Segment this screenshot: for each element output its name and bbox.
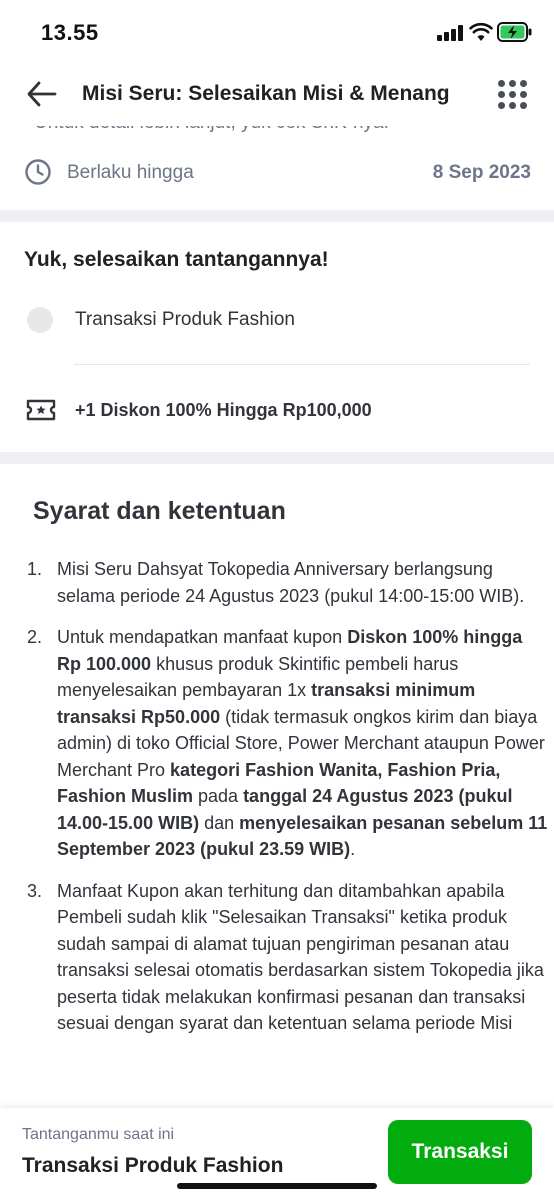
task-label: Transaksi Produk Fashion bbox=[75, 309, 296, 330]
terms-text: dan bbox=[199, 812, 240, 833]
battery-charging-icon bbox=[497, 22, 532, 42]
terms-item-number: 2. bbox=[27, 627, 43, 647]
terms-item-number: 1. bbox=[27, 559, 43, 579]
terms-item-number: 3. bbox=[27, 880, 43, 901]
transaksi-button[interactable]: Transaksi bbox=[388, 1120, 532, 1184]
section-divider bbox=[0, 452, 554, 464]
task-status-circle bbox=[27, 307, 53, 333]
terms-text: pada bbox=[193, 786, 244, 806]
page-title: Misi Seru: Selesaikan Misi & Menang bbox=[82, 82, 450, 105]
status-bar: 13.55 bbox=[0, 0, 554, 64]
terms-item: 2. Untuk mendapatkan manfaat kupon Diskon… bbox=[24, 624, 550, 863]
signal-icon bbox=[437, 25, 463, 41]
terms-text: Untuk mendapatkan manfaat kupon bbox=[57, 627, 348, 647]
voucher-icon bbox=[26, 399, 56, 421]
arrow-left-icon bbox=[27, 81, 57, 107]
terms-text: . bbox=[350, 839, 356, 859]
validity-row: Berlaku hingga 8 Sep 2023 bbox=[0, 150, 554, 198]
reward-item: +1 Diskon 100% Hingga Rp100,000 bbox=[24, 394, 530, 428]
wifi-icon bbox=[469, 22, 493, 41]
current-challenge-label: Tantanganmu saat ini bbox=[22, 1126, 175, 1143]
divider bbox=[74, 364, 530, 365]
home-indicator bbox=[177, 1183, 377, 1189]
task-item[interactable]: Transaksi Produk Fashion bbox=[24, 304, 530, 338]
terms-text: Manfaat Kupon akan terhitung dan ditamba… bbox=[57, 880, 544, 1034]
terms-text: Misi Seru Dahsyat Tokopedia Anniversary … bbox=[57, 559, 525, 606]
terms-item: 1. Misi Seru Dahsyat Tokopedia Anniversar… bbox=[24, 556, 550, 609]
validity-label: Berlaku hingga bbox=[67, 162, 194, 183]
back-button[interactable] bbox=[24, 78, 60, 110]
terms-list: 1. Misi Seru Dahsyat Tokopedia Anniversar… bbox=[24, 556, 550, 1052]
terms-item: 3. Manfaat Kupon akan terhitung dan ditam… bbox=[24, 878, 550, 1037]
section-divider bbox=[0, 210, 554, 222]
menu-button[interactable] bbox=[498, 80, 528, 110]
reward-label: +1 Diskon 100% Hingga Rp100,000 bbox=[75, 400, 372, 420]
current-challenge-value: Transaksi Produk Fashion bbox=[22, 1154, 284, 1177]
clock-icon bbox=[25, 159, 51, 185]
validity-date: 8 Sep 2023 bbox=[432, 162, 531, 183]
challenge-title: Yuk, selesaikan tantangannya! bbox=[24, 248, 329, 271]
page-header: Misi Seru: Selesaikan Misi & Menang bbox=[0, 64, 554, 126]
status-time: 13.55 bbox=[41, 20, 99, 45]
terms-title: Syarat dan ketentuan bbox=[33, 497, 286, 525]
